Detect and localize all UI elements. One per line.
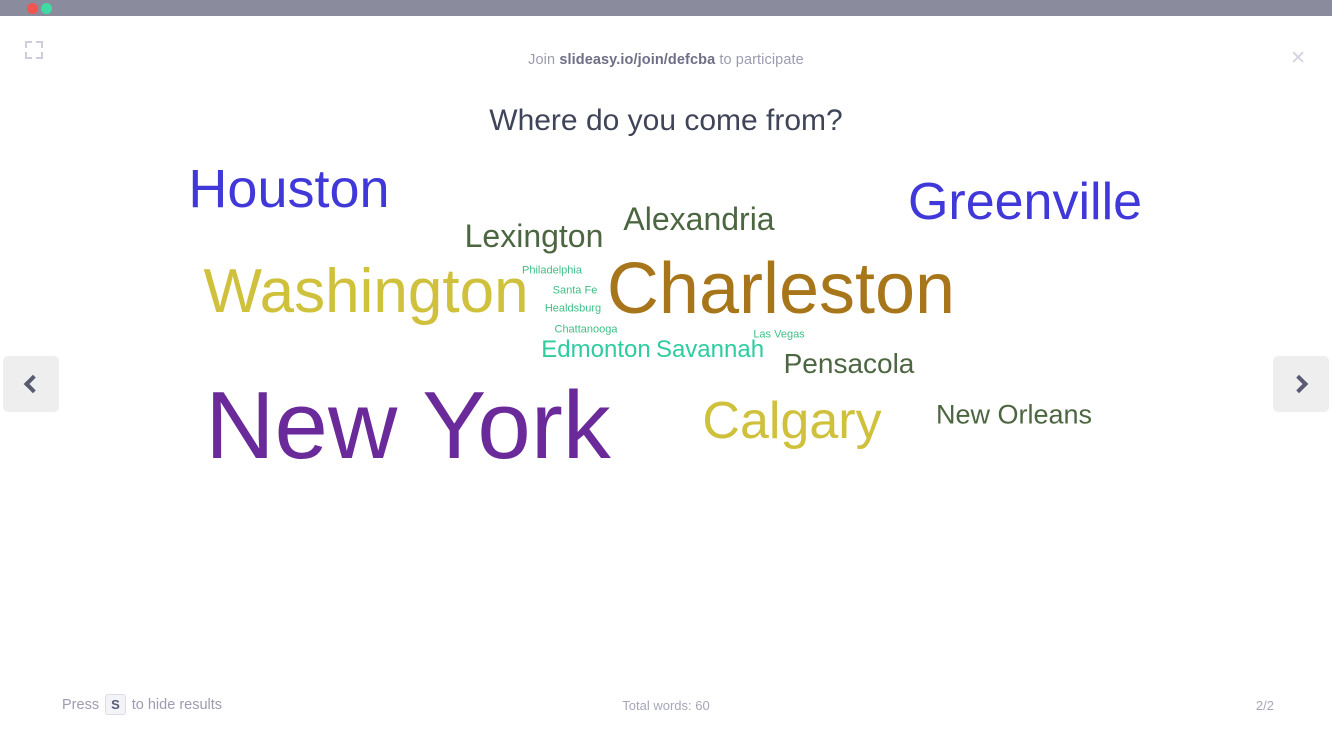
next-slide-button[interactable] [1273,356,1329,412]
cloud-word: Savannah [655,336,765,363]
page-indicator: 2/2 [1255,698,1274,713]
window-minimize-dot[interactable] [41,3,52,14]
chevron-left-icon [23,374,43,394]
chevron-right-icon [1289,374,1309,394]
join-banner: Join slideasy.io/join/defcba to particip… [0,52,1332,68]
join-suffix: to participate [715,52,804,68]
cloud-word: Las Vegas [753,328,805,341]
cloud-word: Alexandria [623,201,775,237]
cloud-word: Santa Fe [552,284,598,297]
cloud-word: Calgary [702,392,882,450]
cloud-word: Pensacola [783,348,915,379]
cloud-word: Houston [188,159,390,219]
cloud-word: Washington [203,257,529,326]
cloud-word: Charleston [606,249,956,329]
cloud-word: Edmonton [541,336,651,363]
window-titlebar [0,0,1332,16]
cloud-word: Healdsburg [544,302,602,315]
presentation-slide: ✕ Join slideasy.io/join/defcba to partic… [0,16,1332,750]
total-words-label: Total words: 60 [622,698,710,713]
prev-slide-button[interactable] [3,356,59,412]
join-url[interactable]: slideasy.io/join/defcba [559,52,715,68]
cloud-word: Greenville [907,173,1143,231]
cloud-word: Chattanooga [554,323,618,336]
join-prefix: Join [528,52,560,68]
cloud-word: New Orleans [935,399,1093,430]
cloud-word: Lexington [464,218,604,254]
window-close-dot[interactable] [27,3,38,14]
word-cloud: New York Charleston Washington Greenville Ho… [0,126,1332,526]
cloud-word: New York [205,372,611,479]
cloud-word: Philadelphia [522,264,582,277]
